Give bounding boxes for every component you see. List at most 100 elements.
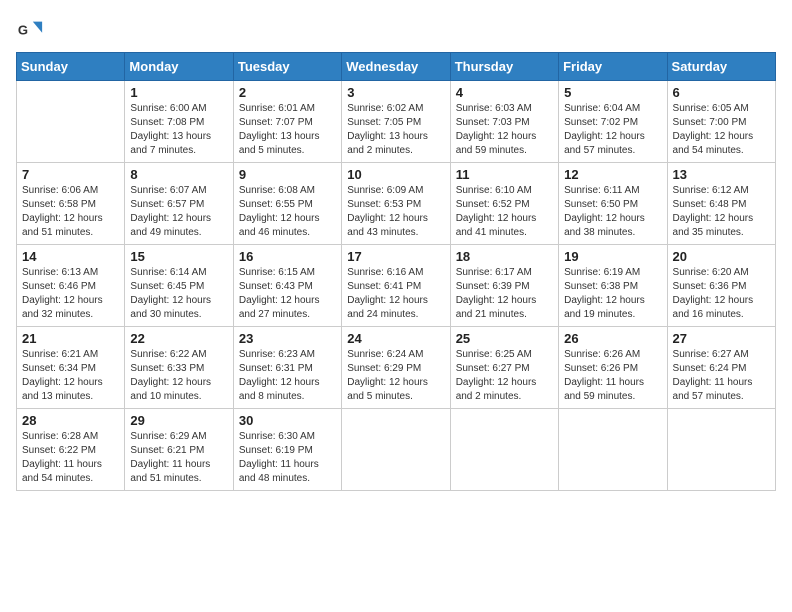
day-number: 3 — [347, 85, 444, 100]
day-info: Sunrise: 6:08 AM Sunset: 6:55 PM Dayligh… — [239, 184, 336, 240]
day-info: Sunrise: 6:09 AM Sunset: 6:53 PM Dayligh… — [347, 184, 444, 240]
day-number: 23 — [239, 331, 336, 346]
day-info: Sunrise: 6:07 AM Sunset: 6:57 PM Dayligh… — [130, 184, 227, 240]
day-info: Sunrise: 6:03 AM Sunset: 7:03 PM Dayligh… — [456, 102, 553, 158]
calendar-cell: 24 Sunrise: 6:24 AM Sunset: 6:29 PM Dayli… — [342, 327, 450, 409]
day-info: Sunrise: 6:02 AM Sunset: 7:05 PM Dayligh… — [347, 102, 444, 158]
calendar-cell: 29Sunrise: 6:29 AM Sunset: 6:21 PM Dayli… — [125, 409, 233, 491]
week-row-1: 1 Sunrise: 6:00 AM Sunset: 7:08 PM Daylig… — [17, 81, 776, 163]
day-number: 25 — [456, 331, 553, 346]
day-number: 4 — [456, 85, 553, 100]
day-number: 20 — [673, 249, 770, 264]
day-info: Sunrise: 6:21 AM Sunset: 6:34 PM Dayligh… — [22, 348, 119, 404]
day-info: Sunrise: 6:17 AM Sunset: 6:39 PM Dayligh… — [456, 266, 553, 322]
day-number: 1 — [130, 85, 227, 100]
day-info: Sunrise: 6:23 AM Sunset: 6:31 PM Dayligh… — [239, 348, 336, 404]
calendar-cell: 30 Sunrise: 6:30 AM Sunset: 6:19 PM Dayli… — [233, 409, 341, 491]
day-info: Sunrise: 6:27 AM Sunset: 6:24 PM Dayligh… — [673, 348, 770, 404]
day-info: Sunrise: 6:11 AM Sunset: 6:50 PM Dayligh… — [564, 184, 661, 240]
header-monday: Monday — [125, 53, 233, 81]
day-number: 2 — [239, 85, 336, 100]
calendar-cell: 25 Sunrise: 6:25 AM Sunset: 6:27 PM Dayli… — [450, 327, 558, 409]
day-info: Sunrise: 6:01 AM Sunset: 7:07 PM Dayligh… — [239, 102, 336, 158]
day-info: Sunrise: 6:00 AM Sunset: 7:08 PM Dayligh… — [130, 102, 227, 158]
day-info: Sunrise: 6:05 AM Sunset: 7:00 PM Dayligh… — [673, 102, 770, 158]
calendar-cell: 12 Sunrise: 6:11 AM Sunset: 6:50 PM Dayli… — [559, 163, 667, 245]
day-info: Sunrise: 6:10 AM Sunset: 6:52 PM Dayligh… — [456, 184, 553, 240]
logo: G — [16, 16, 48, 44]
day-number: 19 — [564, 249, 661, 264]
day-number: 12 — [564, 167, 661, 182]
day-number: 6 — [673, 85, 770, 100]
calendar-cell: 3 Sunrise: 6:02 AM Sunset: 7:05 PM Daylig… — [342, 81, 450, 163]
day-number: 17 — [347, 249, 444, 264]
calendar-cell: 17 Sunrise: 6:16 AM Sunset: 6:41 PM Dayli… — [342, 245, 450, 327]
day-number: 27 — [673, 331, 770, 346]
day-info: Sunrise: 6:20 AM Sunset: 6:36 PM Dayligh… — [673, 266, 770, 322]
calendar-cell: 20 Sunrise: 6:20 AM Sunset: 6:36 PM Dayli… — [667, 245, 775, 327]
calendar-cell — [450, 409, 558, 491]
calendar-cell: 23 Sunrise: 6:23 AM Sunset: 6:31 PM Dayli… — [233, 327, 341, 409]
day-info: Sunrise: 6:12 AM Sunset: 6:48 PM Dayligh… — [673, 184, 770, 240]
week-row-5: 28 Sunrise: 6:28 AM Sunset: 6:22 PM Dayli… — [17, 409, 776, 491]
day-info: Sunrise: 6:13 AM Sunset: 6:46 PM Dayligh… — [22, 266, 119, 322]
calendar-cell: 14Sunrise: 6:13 AM Sunset: 6:46 PM Dayli… — [17, 245, 125, 327]
day-number: 24 — [347, 331, 444, 346]
day-number: 26 — [564, 331, 661, 346]
page-header: G — [16, 16, 776, 44]
calendar-cell: 10 Sunrise: 6:09 AM Sunset: 6:53 PM Dayli… — [342, 163, 450, 245]
calendar-cell: 27 Sunrise: 6:27 AM Sunset: 6:24 PM Dayli… — [667, 327, 775, 409]
day-info: Sunrise: 6:04 AM Sunset: 7:02 PM Dayligh… — [564, 102, 661, 158]
day-number: 10 — [347, 167, 444, 182]
calendar-cell: 19 Sunrise: 6:19 AM Sunset: 6:38 PM Dayli… — [559, 245, 667, 327]
header-thursday: Thursday — [450, 53, 558, 81]
calendar-cell: 9 Sunrise: 6:08 AM Sunset: 6:55 PM Daylig… — [233, 163, 341, 245]
header-wednesday: Wednesday — [342, 53, 450, 81]
day-number: 8 — [130, 167, 227, 182]
week-row-4: 21 Sunrise: 6:21 AM Sunset: 6:34 PM Dayli… — [17, 327, 776, 409]
day-info: Sunrise: 6:28 AM Sunset: 6:22 PM Dayligh… — [22, 430, 119, 486]
day-info: Sunrise: 6:15 AM Sunset: 6:43 PM Dayligh… — [239, 266, 336, 322]
day-number: 30 — [239, 413, 336, 428]
day-number: 16 — [239, 249, 336, 264]
day-number: 29 — [130, 413, 227, 428]
days-header-row: SundayMondayTuesdayWednesdayThursdayFrid… — [17, 53, 776, 81]
day-info: Sunrise: 6:24 AM Sunset: 6:29 PM Dayligh… — [347, 348, 444, 404]
logo-icon: G — [16, 16, 44, 44]
calendar-cell: 4 Sunrise: 6:03 AM Sunset: 7:03 PM Daylig… — [450, 81, 558, 163]
calendar-cell: 11Sunrise: 6:10 AM Sunset: 6:52 PM Dayli… — [450, 163, 558, 245]
calendar-cell — [559, 409, 667, 491]
calendar-cell: 2 Sunrise: 6:01 AM Sunset: 7:07 PM Daylig… — [233, 81, 341, 163]
day-number: 18 — [456, 249, 553, 264]
day-number: 13 — [673, 167, 770, 182]
calendar-cell: 16 Sunrise: 6:15 AM Sunset: 6:43 PM Dayli… — [233, 245, 341, 327]
calendar-cell: 15Sunrise: 6:14 AM Sunset: 6:45 PM Dayli… — [125, 245, 233, 327]
day-info: Sunrise: 6:22 AM Sunset: 6:33 PM Dayligh… — [130, 348, 227, 404]
day-info: Sunrise: 6:19 AM Sunset: 6:38 PM Dayligh… — [564, 266, 661, 322]
day-number: 21 — [22, 331, 119, 346]
calendar-cell: 7Sunrise: 6:06 AM Sunset: 6:58 PM Daylig… — [17, 163, 125, 245]
header-sunday: Sunday — [17, 53, 125, 81]
calendar-cell: 21 Sunrise: 6:21 AM Sunset: 6:34 PM Dayli… — [17, 327, 125, 409]
calendar-cell — [342, 409, 450, 491]
day-info: Sunrise: 6:30 AM Sunset: 6:19 PM Dayligh… — [239, 430, 336, 486]
calendar-cell — [17, 81, 125, 163]
day-number: 28 — [22, 413, 119, 428]
calendar-cell: 8 Sunrise: 6:07 AM Sunset: 6:57 PM Daylig… — [125, 163, 233, 245]
calendar-cell: 13 Sunrise: 6:12 AM Sunset: 6:48 PM Dayli… — [667, 163, 775, 245]
calendar-table: SundayMondayTuesdayWednesdayThursdayFrid… — [16, 52, 776, 491]
day-number: 9 — [239, 167, 336, 182]
header-saturday: Saturday — [667, 53, 775, 81]
calendar-cell: 26 Sunrise: 6:26 AM Sunset: 6:26 PM Dayli… — [559, 327, 667, 409]
day-info: Sunrise: 6:16 AM Sunset: 6:41 PM Dayligh… — [347, 266, 444, 322]
week-row-3: 14Sunrise: 6:13 AM Sunset: 6:46 PM Dayli… — [17, 245, 776, 327]
svg-text:G: G — [18, 23, 28, 38]
header-tuesday: Tuesday — [233, 53, 341, 81]
day-info: Sunrise: 6:06 AM Sunset: 6:58 PM Dayligh… — [22, 184, 119, 240]
calendar-cell: 22Sunrise: 6:22 AM Sunset: 6:33 PM Dayli… — [125, 327, 233, 409]
day-info: Sunrise: 6:25 AM Sunset: 6:27 PM Dayligh… — [456, 348, 553, 404]
calendar-cell: 6 Sunrise: 6:05 AM Sunset: 7:00 PM Daylig… — [667, 81, 775, 163]
header-friday: Friday — [559, 53, 667, 81]
day-info: Sunrise: 6:26 AM Sunset: 6:26 PM Dayligh… — [564, 348, 661, 404]
calendar-cell — [667, 409, 775, 491]
